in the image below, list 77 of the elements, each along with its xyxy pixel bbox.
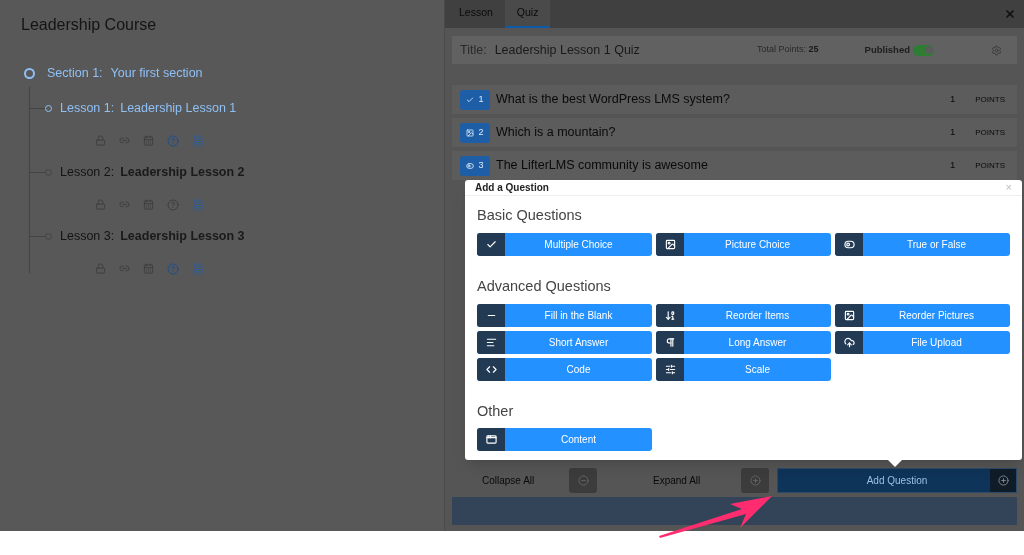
question-text: What is the best WordPress LMS system? xyxy=(496,91,730,109)
points-unit: POINTS xyxy=(975,126,1005,139)
group-heading: Basic Questions xyxy=(477,206,583,225)
lock-icon[interactable] xyxy=(95,199,106,211)
published-switch[interactable] xyxy=(913,44,934,56)
question-row[interactable]: 2 Which is a mountain? 1 POINTS xyxy=(452,118,1017,147)
lesson-title[interactable]: Lesson 3: Leadership Lesson 3 xyxy=(60,227,245,247)
question-type-button[interactable]: Short Answer xyxy=(477,330,652,354)
document-icon[interactable] xyxy=(192,134,204,147)
pilcrow-icon xyxy=(664,336,676,348)
question-type-button[interactable]: Reorder Items xyxy=(656,303,831,327)
published-label: Published xyxy=(864,42,910,57)
help-icon[interactable] xyxy=(167,198,179,211)
image-icon xyxy=(664,238,676,250)
question-row[interactable]: 3 The LifterLMS community is awesome 1 POINTS xyxy=(452,151,1017,180)
question-type-button[interactable]: Picture Choice xyxy=(656,232,831,256)
question-text: Which is a mountain? xyxy=(496,124,616,142)
question-row[interactable]: 1 What is the best WordPress LMS system? 1 POINTS xyxy=(452,85,1017,114)
help-icon[interactable] xyxy=(167,262,179,275)
course-title: Leadership Course xyxy=(21,15,158,35)
tab[interactable]: Quiz xyxy=(504,0,551,28)
points-value: 1 xyxy=(949,125,956,140)
document-icon[interactable] xyxy=(192,262,204,275)
toggle-icon xyxy=(843,238,855,250)
group-heading: Other xyxy=(477,401,515,421)
lesson-title[interactable]: Lesson 1: Leadership Lesson 1 xyxy=(60,99,237,119)
group-heading: Advanced Questions xyxy=(477,276,612,296)
points-value: 1 xyxy=(949,158,956,173)
question-type-button[interactable]: Fill in the Blank xyxy=(477,303,652,327)
lock-icon[interactable] xyxy=(95,263,106,275)
lesson-title[interactable]: Lesson 2: Leadership Lesson 2 xyxy=(60,163,245,183)
check-icon xyxy=(485,238,497,250)
close-icon[interactable] xyxy=(1004,8,1016,20)
help-icon[interactable] xyxy=(167,134,179,147)
code-icon xyxy=(485,363,497,375)
question-type-button[interactable]: Content xyxy=(477,428,652,452)
question-badge: 1 xyxy=(460,89,490,110)
question-badge: 3 xyxy=(460,155,490,176)
question-text: The LifterLMS community is awesome xyxy=(496,157,708,175)
section-title[interactable]: Section 1: Your first section xyxy=(47,64,203,83)
points-value: 1 xyxy=(949,92,956,107)
minus-icon xyxy=(577,474,589,486)
collapse-all-button[interactable] xyxy=(569,467,597,493)
toggle-icon xyxy=(466,161,475,170)
dialog-title: Add a Question xyxy=(475,181,549,195)
sliders-icon xyxy=(664,363,676,375)
add-question-button[interactable]: Add Question xyxy=(777,467,1017,493)
collapse-all-label: Collapse All xyxy=(482,473,535,488)
plus-icon xyxy=(749,474,761,486)
points-unit: POINTS xyxy=(975,159,1005,172)
question-type-button[interactable]: Scale xyxy=(656,357,831,381)
settings-icon[interactable] xyxy=(991,44,1002,56)
question-type-button[interactable]: File Upload xyxy=(835,330,1010,354)
question-badge: 2 xyxy=(460,122,490,143)
sort-icon xyxy=(664,309,676,321)
question-type-button[interactable]: Multiple Choice xyxy=(477,232,652,256)
close-button[interactable]: × xyxy=(1005,182,1012,193)
cloud-upload-icon xyxy=(843,336,855,348)
image-icon xyxy=(466,128,475,137)
calendar-icon[interactable] xyxy=(143,263,154,275)
question-type-button[interactable]: Reorder Pictures xyxy=(835,303,1010,327)
question-type-button[interactable]: Long Answer xyxy=(656,330,831,354)
document-icon[interactable] xyxy=(192,198,204,211)
question-type-button[interactable]: Code xyxy=(477,357,652,381)
points-unit: POINTS xyxy=(975,93,1005,106)
quiz-title[interactable]: Leadership Lesson 1 Quiz xyxy=(494,40,640,60)
plus-icon xyxy=(997,474,1009,486)
expand-all-button[interactable] xyxy=(741,467,769,493)
lines-icon xyxy=(485,336,497,348)
lock-icon[interactable] xyxy=(95,135,106,147)
calendar-icon[interactable] xyxy=(143,135,154,147)
image-icon xyxy=(843,309,855,321)
expand-all-label: Expand All xyxy=(653,473,701,488)
question-type-button[interactable]: True or False xyxy=(835,232,1010,256)
check-icon xyxy=(466,95,475,104)
calendar-icon[interactable] xyxy=(143,199,154,211)
window-icon xyxy=(485,434,497,446)
